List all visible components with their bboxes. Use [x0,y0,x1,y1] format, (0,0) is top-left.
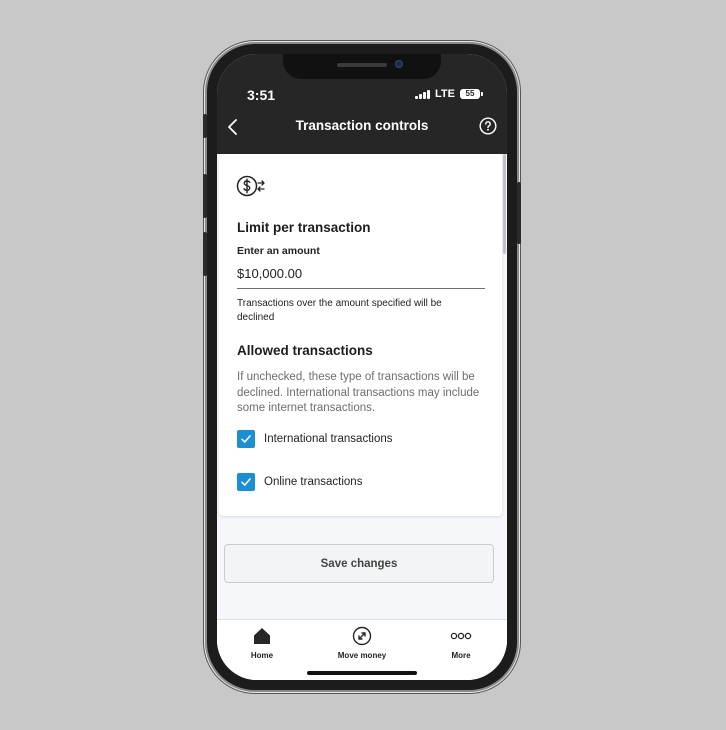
allowed-heading: Allowed transactions [237,343,373,358]
status-indicators: LTE 55 [415,88,483,100]
signal-icon [415,89,431,99]
side-button [203,114,207,138]
help-button[interactable] [479,117,497,135]
amount-label: Enter an amount [237,245,320,257]
online-checkbox[interactable] [237,473,255,491]
amount-helper-text: Transactions over the amount specified w… [237,298,442,323]
home-indicator [307,671,417,675]
online-checkbox-label: Online transactions [264,476,363,488]
checkmark-icon [241,478,251,486]
more-icon [450,632,472,640]
international-checkbox-label: International transactions [264,433,393,445]
network-label: LTE [435,88,455,100]
international-checkbox[interactable] [237,430,255,448]
tab-more[interactable]: More [416,626,506,660]
tab-move-money-label: Move money [337,651,387,660]
help-icon [479,117,497,135]
battery-icon: 55 [460,89,483,99]
transfer-icon [352,626,372,646]
side-button [517,182,521,244]
tab-home-label: Home [250,651,274,660]
save-changes-button[interactable]: Save changes [224,544,494,583]
online-checkbox-row[interactable]: Online transactions [237,473,362,491]
nav-bar: Transaction controls [217,111,507,141]
tab-home[interactable]: Home [217,626,307,660]
page-title: Transaction controls [295,118,429,133]
international-checkbox-row[interactable]: International transactions [237,430,393,448]
notch [283,54,441,79]
screen: 3:51 LTE 55 Transaction controls Limit p… [217,54,507,680]
scrollbar[interactable] [503,154,506,254]
transaction-controls-card: Limit per transaction Enter an amount $1… [219,154,502,516]
limit-heading: Limit per transaction [237,220,371,235]
speaker [337,63,387,67]
tab-move-money[interactable]: Move money [317,626,407,660]
camera [395,60,403,68]
phone-frame: 3:51 LTE 55 Transaction controls Limit p… [203,44,521,690]
checkmark-icon [241,435,251,443]
side-button [203,174,207,218]
amount-input[interactable]: $10,000.00 [237,266,485,289]
dollar-transfer-icon [236,175,265,197]
status-time: 3:51 [247,87,276,103]
home-icon [254,628,270,644]
tab-more-label: More [451,651,471,660]
side-button [203,232,207,276]
allowed-description: If unchecked, these type of transactions… [237,371,480,414]
